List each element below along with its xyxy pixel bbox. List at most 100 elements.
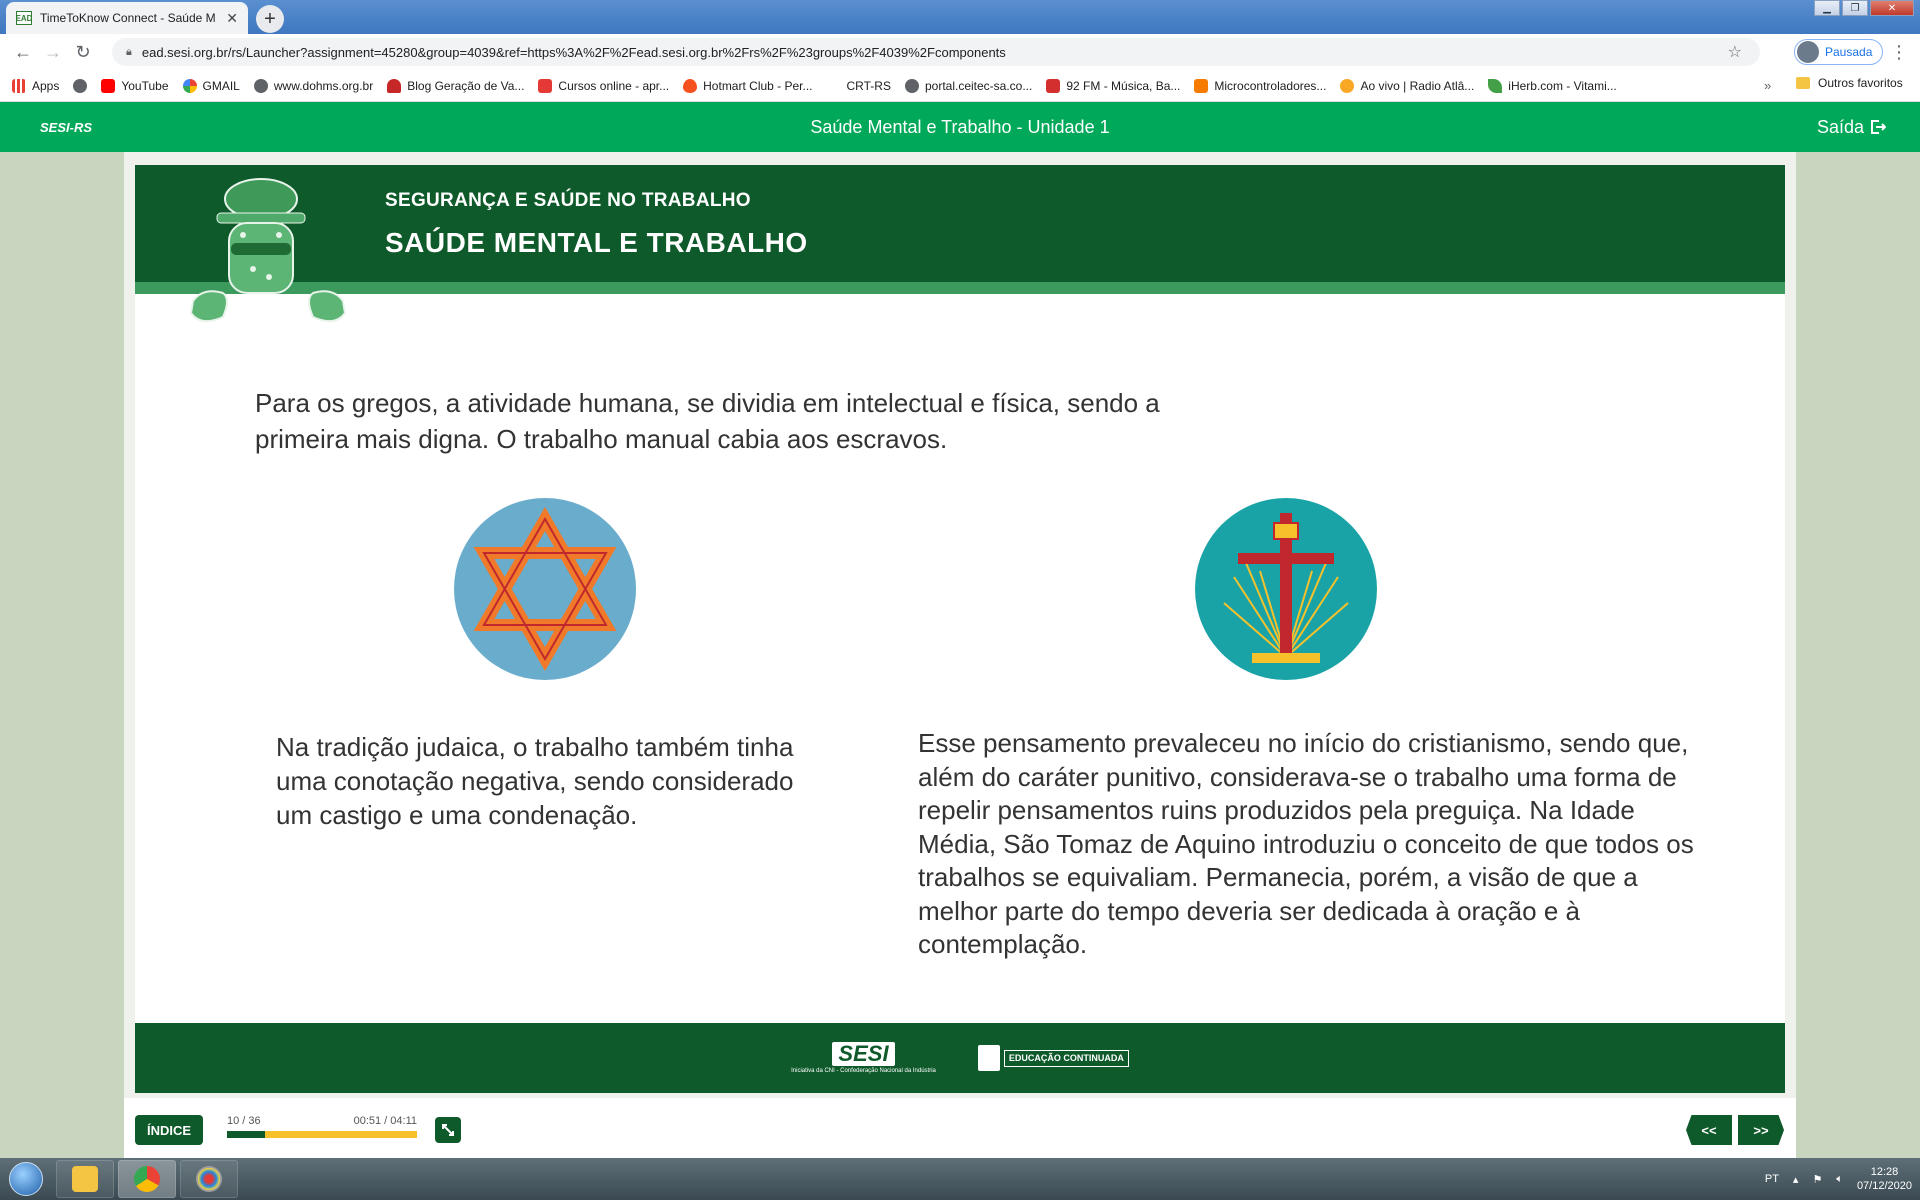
time-counter: 00:51 / 04:11 — [353, 1115, 417, 1127]
language-indicator[interactable]: PT — [1765, 1173, 1779, 1185]
bookmark-item[interactable]: YouTube — [101, 78, 169, 93]
tray-arrow-icon[interactable]: ▴ — [1793, 1173, 1799, 1186]
bookmark-item[interactable]: Cursos online - apr... — [538, 78, 669, 93]
folder-icon — [1796, 77, 1810, 89]
speaker-icon[interactable]: 🔈︎ — [1836, 1173, 1843, 1186]
system-tray: PT ▴ ⚑ 🔈︎ 12:28 07/12/2020 — [1765, 1158, 1920, 1200]
bookmark-item[interactable]: Microcontroladores... — [1194, 78, 1326, 93]
course-title: Saúde Mental e Trabalho - Unidade 1 — [810, 116, 1110, 137]
exit-button[interactable]: Saída — [1817, 117, 1886, 138]
tab-title: TimeToKnow Connect - Saúde M — [40, 11, 216, 25]
close-window-button[interactable]: ✕ — [1870, 0, 1914, 16]
intro-paragraph: Para os gregos, a atividade humana, se d… — [255, 388, 1160, 454]
browser-tab[interactable]: EAD TimeToKnow Connect - Saúde M ✕ — [6, 2, 248, 34]
bookmark-item[interactable]: CRT-RS — [826, 78, 891, 93]
bookmarks-bar: Apps YouTube GMAIL www.dohms.org.br Blog… — [0, 70, 1920, 102]
start-button[interactable] — [0, 1158, 52, 1200]
progress: 10 / 36 00:51 / 04:11 — [227, 1115, 417, 1138]
bookmark-item[interactable]: portal.ceitec-sa.co... — [904, 78, 1032, 93]
udemy-icon — [538, 78, 553, 93]
bookmark-item[interactable]: Blog Geração de Va... — [387, 78, 524, 93]
new-tab-button[interactable]: + — [256, 5, 284, 33]
judaic-tradition-text: Na tradição judaica, o trabalho também t… — [276, 732, 794, 830]
player-bar: ÍNDICE 10 / 36 00:51 / 04:11 << >> — [124, 1098, 1796, 1158]
club-icon — [387, 78, 402, 93]
radio-icon — [1340, 78, 1355, 93]
header-stripe — [135, 282, 1785, 294]
bookmark-item[interactable]: Ao vivo | Radio Atlâ... — [1340, 78, 1474, 93]
bookmark-item[interactable] — [73, 78, 88, 93]
profile-label: Pausada — [1825, 45, 1873, 59]
index-button[interactable]: ÍNDICE — [135, 1115, 203, 1145]
app-header: SESI-RS Saúde Mental e Trabalho - Unidad… — [0, 102, 1920, 152]
browser-toolbar: ← → ↻ 🔒︎ ead.sesi.org.br/rs/Launcher?ass… — [0, 34, 1920, 70]
bookmark-item[interactable]: www.dohms.org.br — [253, 78, 373, 93]
progress-fill — [227, 1131, 265, 1138]
globe-icon — [253, 78, 268, 93]
worker-mascot-icon — [189, 178, 347, 323]
flag-icon[interactable]: ⚑ — [1812, 1173, 1822, 1186]
minimize-button[interactable]: ▁ — [1814, 0, 1840, 16]
windows-logo-icon — [9, 1162, 43, 1196]
apps-grid-icon — [12, 78, 26, 93]
back-button[interactable]: ← — [8, 37, 38, 67]
fullscreen-button[interactable] — [435, 1117, 461, 1143]
education-emblem-icon — [977, 1045, 1000, 1071]
taskbar-mail[interactable] — [56, 1160, 114, 1198]
sesi-logo: SESI Iniciativa da CNI - Confederação Na… — [791, 1040, 936, 1074]
profile-button[interactable]: Pausada — [1794, 39, 1884, 65]
mail-icon — [72, 1166, 98, 1192]
blogger-icon — [1194, 78, 1209, 93]
browser-menu-icon[interactable]: ⋮ — [1890, 42, 1908, 63]
slide-heading: SAÚDE MENTAL E TRABALHO — [385, 227, 808, 258]
reload-button[interactable]: ↻ — [68, 37, 98, 67]
page-counter: 10 / 36 — [227, 1115, 261, 1127]
browser-tab-strip: EAD TimeToKnow Connect - Saúde M ✕ + ▁ ❐… — [0, 0, 1920, 34]
blank-icon — [826, 78, 841, 93]
slide-header: SEGURANÇA E SAÚDE NO TRABALHO SAÚDE MENT… — [135, 165, 1785, 294]
address-bar[interactable]: 🔒︎ ead.sesi.org.br/rs/Launcher?assignmen… — [112, 38, 1760, 66]
globe-icon — [904, 78, 919, 93]
taskbar-paint[interactable] — [180, 1160, 238, 1198]
more-bookmarks-icon[interactable]: » — [1764, 78, 1771, 93]
chrome-icon — [134, 1166, 160, 1192]
next-button[interactable]: >> — [1738, 1115, 1784, 1145]
previous-button[interactable]: << — [1686, 1115, 1732, 1145]
windows-taskbar: PT ▴ ⚑ 🔈︎ 12:28 07/12/2020 — [0, 1158, 1920, 1200]
taskbar-chrome[interactable] — [118, 1160, 176, 1198]
bookmark-item[interactable]: GMAIL — [182, 78, 240, 93]
window-controls: ▁ ❐ ✕ — [1814, 0, 1914, 16]
bookmark-item[interactable]: iHerb.com - Vitami... — [1488, 78, 1617, 93]
leaf-icon — [1488, 78, 1503, 93]
avatar — [1797, 41, 1819, 63]
bookmark-item[interactable]: 92 FM - Música, Ba... — [1046, 78, 1180, 93]
exit-icon — [1871, 120, 1886, 134]
bookmark-item[interactable]: Hotmart Club - Per... — [683, 78, 813, 93]
google-icon — [182, 78, 197, 93]
expand-icon — [442, 1124, 454, 1136]
slide-kicker: SEGURANÇA E SAÚDE NO TRABALHO — [385, 190, 751, 211]
christianity-text: Esse pensamento prevaleceu no início do … — [918, 728, 1694, 959]
other-bookmarks[interactable]: Outros favoritos — [1796, 76, 1903, 90]
educacao-continuada-logo: EDUCAÇÃO CONTINUADA — [977, 1045, 1129, 1071]
star-of-david-icon — [454, 498, 636, 680]
progress-bar[interactable] — [227, 1131, 417, 1138]
globe-icon — [73, 78, 88, 93]
cross-icon — [1195, 498, 1377, 680]
tab-close-icon[interactable]: ✕ — [226, 10, 238, 27]
flame-icon — [683, 78, 698, 93]
maximize-button[interactable]: ❐ — [1842, 0, 1868, 16]
bookmark-star-icon[interactable]: ☆ — [1728, 42, 1742, 62]
slide-footer: SESI Iniciativa da CNI - Confederação Na… — [135, 1023, 1785, 1093]
radio-92-icon — [1046, 78, 1061, 93]
lock-icon: 🔒︎ — [126, 45, 132, 58]
slide: SEGURANÇA E SAÚDE NO TRABALHO SAÚDE MENT… — [135, 165, 1785, 1093]
sesi-rs-logo: SESI-RS — [40, 119, 93, 135]
bookmark-item[interactable]: Apps — [12, 78, 59, 93]
ead-favicon-icon: EAD — [16, 11, 32, 25]
clock[interactable]: 12:28 07/12/2020 — [1857, 1165, 1912, 1193]
forward-button[interactable]: → — [38, 37, 68, 67]
paint-icon — [196, 1166, 222, 1192]
youtube-icon — [101, 78, 116, 93]
url-text: ead.sesi.org.br/rs/Launcher?assignment=4… — [141, 44, 1006, 60]
